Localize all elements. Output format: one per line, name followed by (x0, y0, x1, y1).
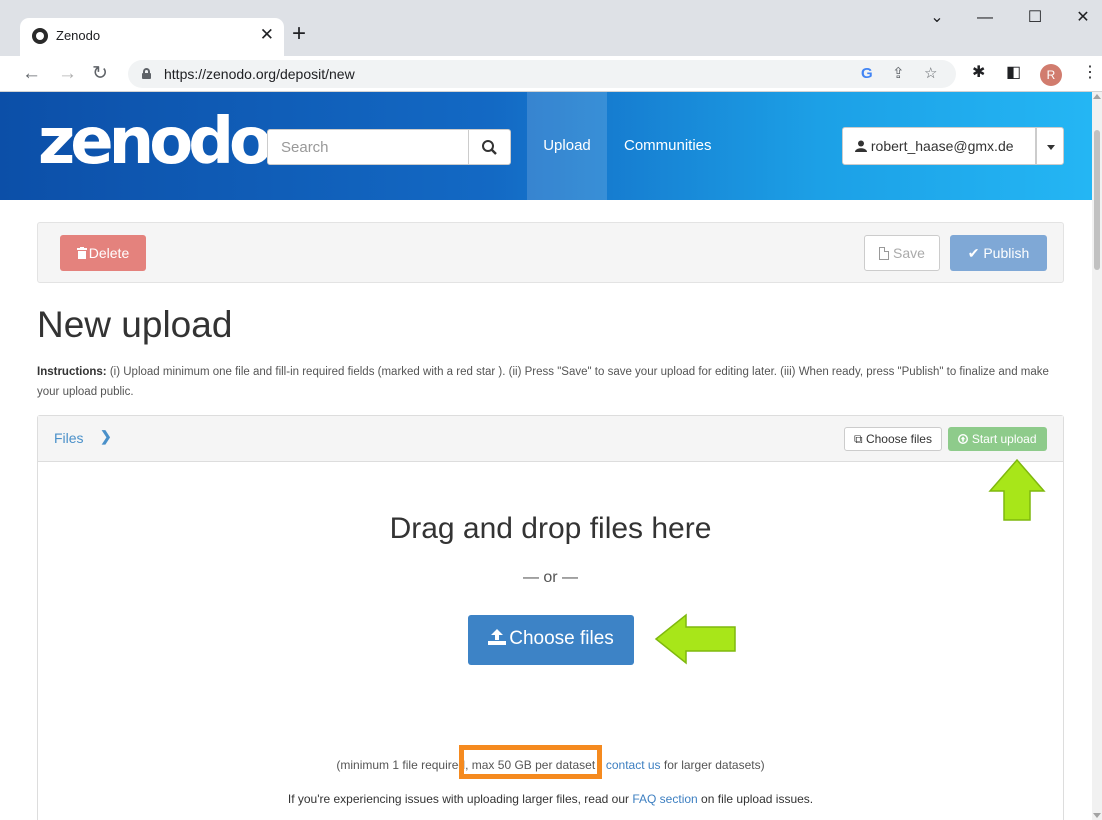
user-email: robert_haase@gmx.de (870, 138, 1014, 154)
save-label: Save (893, 245, 925, 261)
browser-toolbar: ← → ↻ https://zenodo.org/deposit/new G ⇪… (0, 56, 1102, 92)
back-icon[interactable]: ← (22, 62, 41, 86)
nav-communities[interactable]: Communities (624, 92, 712, 200)
close-window-icon[interactable]: ✕ (1068, 8, 1098, 28)
choose-files-small-label: Choose files (865, 432, 932, 446)
search-box (267, 129, 469, 165)
start-upload-button[interactable]: Start upload (948, 427, 1047, 451)
instructions: Instructions: (i) Upload minimum one fil… (37, 362, 1067, 402)
delete-button[interactable]: Delete (60, 235, 146, 271)
req-prefix: (minimum 1 file required, (336, 758, 472, 772)
upload-icon (488, 629, 507, 645)
user-menu-button[interactable]: robert_haase@gmx.de (842, 127, 1036, 165)
search-icon (482, 140, 497, 155)
save-button[interactable]: Save (864, 235, 940, 271)
max-size-highlight-box (459, 745, 602, 779)
search-button[interactable] (469, 129, 511, 165)
faq-suffix: on file upload issues. (697, 792, 814, 806)
address-bar[interactable]: https://zenodo.org/deposit/new G ⇪ ☆ (128, 60, 956, 88)
drop-zone-title: Drag and drop files here (389, 512, 712, 545)
scroll-thumb[interactable] (1094, 130, 1100, 270)
drop-zone-or: — or — (522, 569, 579, 586)
google-lens-icon[interactable]: G (861, 64, 873, 84)
browser-tab[interactable]: Zenodo ✕ (20, 18, 284, 56)
upload-circle-icon (958, 433, 969, 445)
delete-label: Delete (88, 245, 130, 261)
minimize-icon[interactable]: — (970, 8, 1000, 28)
browser-tabstrip: Zenodo ✕ + ⌄ — ☐ ✕ (0, 0, 1102, 56)
check-icon: ✔ (967, 245, 980, 261)
faq-note: If you're experiencing issues with uploa… (38, 792, 1063, 806)
share-icon[interactable]: ⇪ (892, 64, 905, 84)
zenodo-favicon-icon (32, 28, 48, 44)
deposit-action-bar: Delete Save ✔ Publish (37, 222, 1064, 283)
instructions-lead: Instructions: (37, 366, 107, 378)
faq-section-link[interactable]: FAQ section (632, 792, 697, 806)
url-text: https://zenodo.org/deposit/new (164, 66, 355, 82)
profile-avatar[interactable]: R (1040, 64, 1062, 86)
faq-prefix: If you're experiencing issues with uploa… (287, 792, 633, 806)
close-tab-icon[interactable]: ✕ (260, 25, 274, 45)
user-menu-caret-icon[interactable] (1036, 127, 1064, 165)
bookmark-star-icon[interactable]: ☆ (924, 64, 937, 84)
user-icon (855, 140, 867, 152)
arrow-left-icon (654, 613, 736, 665)
file-icon (879, 247, 890, 260)
tab-title: Zenodo (56, 28, 101, 43)
files-panel-title[interactable]: Files (54, 430, 84, 446)
nav-upload[interactable]: Upload (527, 92, 607, 200)
scroll-down-icon[interactable] (1093, 813, 1101, 818)
lock-icon (142, 68, 151, 79)
publish-button[interactable]: ✔ Publish (950, 235, 1047, 271)
page-scrollbar[interactable] (1092, 92, 1102, 820)
maximize-icon[interactable]: ☐ (1020, 8, 1050, 28)
choose-files-button[interactable]: Choose files (468, 615, 634, 665)
choose-files-small-button[interactable]: ⧉ Choose files (844, 427, 942, 451)
forward-icon[interactable]: → (58, 62, 77, 86)
scroll-up-icon[interactable] (1093, 94, 1101, 99)
site-header: zenodo Upload Communities robert_haase@g… (0, 92, 1092, 200)
instructions-text: (i) Upload minimum one file and fill-in … (37, 366, 1049, 398)
zenodo-logo[interactable]: zenodo (38, 106, 273, 178)
arrow-up-icon (988, 458, 1046, 521)
extensions-puzzle-icon[interactable]: ✱ (972, 62, 985, 84)
tab-search-chevron-icon[interactable]: ⌄ (922, 8, 952, 28)
side-panel-icon[interactable]: ◧ (1006, 62, 1021, 84)
contact-us-link[interactable]: contact us (606, 758, 661, 772)
trash-icon (76, 247, 87, 259)
browser-menu-icon[interactable]: ⋮ (1082, 62, 1098, 84)
files-panel-header[interactable]: Files ❯ ⧉ Choose files Start upload (38, 416, 1063, 462)
copy-files-icon: ⧉ (854, 432, 863, 446)
search-input[interactable] (268, 130, 468, 164)
page-title: New upload (37, 304, 233, 345)
req-suffix: for larger datasets) (660, 758, 765, 772)
publish-label: Publish (983, 245, 1030, 261)
reload-icon[interactable]: ↻ (92, 62, 108, 86)
chevron-down-icon[interactable]: ❯ (100, 428, 112, 445)
choose-files-label: Choose files (509, 628, 614, 649)
new-tab-icon[interactable]: + (292, 20, 306, 48)
start-upload-label: Start upload (971, 432, 1037, 446)
